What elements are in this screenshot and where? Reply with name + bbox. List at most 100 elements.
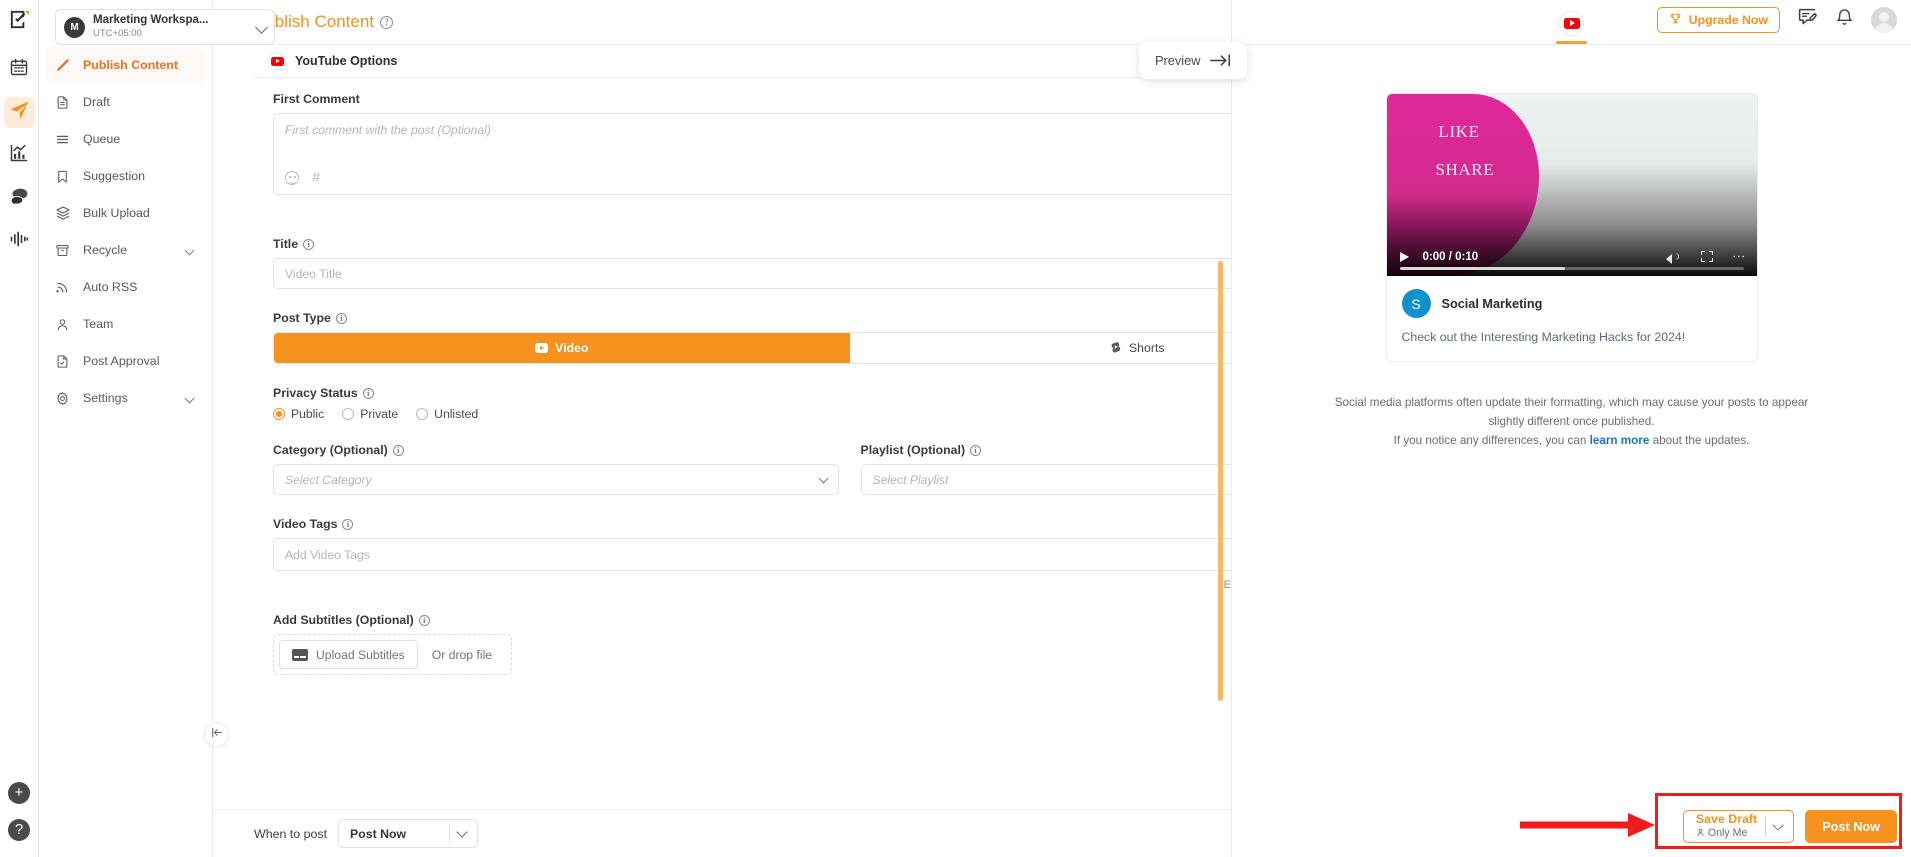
info-icon[interactable]: i	[303, 238, 315, 250]
active-tab-underline	[1556, 40, 1587, 44]
privacy-radio-label: Private	[360, 407, 399, 421]
pencil-icon	[55, 57, 74, 74]
rail-item-publish[interactable]	[3, 97, 35, 128]
drop-file-label: Or drop file	[431, 647, 493, 662]
closed-caption-icon	[292, 648, 308, 661]
subtitles-dropzone[interactable]: Upload Subtitles Or drop file	[273, 634, 513, 675]
post-type-option-shorts[interactable]: Shorts	[849, 333, 1231, 363]
notification-bell-icon[interactable]	[1835, 8, 1854, 32]
add-button[interactable]: +	[8, 782, 30, 804]
info-icon[interactable]: i	[362, 387, 374, 399]
info-icon[interactable]: i	[342, 518, 354, 530]
sidebar-item-label: Bulk Upload	[83, 206, 150, 220]
privacy-radio-unlisted[interactable]: Unlisted	[416, 407, 478, 421]
playlist-select[interactable]: Select Playlist	[860, 464, 1231, 495]
emoji-smiley-icon[interactable]	[285, 171, 299, 185]
preview-account: S Social Marketing	[1401, 289, 1742, 318]
when-to-post-select[interactable]: Post Now	[338, 819, 479, 848]
volume-icon[interactable]	[1665, 251, 1679, 264]
form-scrollbar-track[interactable]	[1218, 51, 1223, 803]
rail-item-analytics[interactable]	[4, 140, 35, 171]
preview-toggle-label: Preview	[1155, 53, 1201, 68]
sidebar-item-post-approval[interactable]: Post Approval	[46, 343, 205, 379]
sidebar: M Marketing Workspa... UTC+05:00 Publish…	[39, 0, 275, 857]
sidebar-item-publish-content[interactable]: Publish Content	[46, 47, 205, 83]
sidebar-item-team[interactable]: Team	[46, 306, 205, 342]
info-icon[interactable]: i	[335, 312, 347, 324]
document-icon	[55, 94, 74, 111]
upgrade-now-button[interactable]: Upgrade Now	[1656, 7, 1780, 33]
rail-item-inbox[interactable]	[4, 183, 35, 214]
avatar: S	[1401, 289, 1431, 318]
learn-more-link[interactable]: learn more	[1590, 434, 1650, 447]
hashtag-icon[interactable]: #	[312, 170, 320, 185]
info-icon[interactable]: i	[970, 444, 982, 456]
workspace-selector[interactable]: M Marketing Workspa... UTC+05:00	[55, 9, 275, 45]
chevron-down-icon	[184, 393, 195, 403]
category-select[interactable]: Select Category	[273, 464, 839, 495]
arrow-right-to-line-icon	[1209, 54, 1231, 67]
sidebar-item-auto-rss[interactable]: Auto RSS	[46, 269, 205, 305]
collapse-panel-button[interactable]	[204, 722, 229, 747]
title-input[interactable]: Video Title 0 / 100	[273, 258, 1231, 289]
workspace-name: Marketing Workspa...	[93, 14, 209, 27]
kebab-more-icon[interactable]: ⋮	[1732, 250, 1747, 263]
youtube-options-header[interactable]: YouTube Options	[254, 45, 1231, 78]
privacy-status-radios: Public Private Unlisted	[273, 407, 1231, 421]
video-tags-footer: Enter a comma after each tag 0 / 500	[273, 579, 1231, 591]
when-to-post-label: When to post	[254, 826, 328, 841]
preview-video[interactable]: LIKE SHARE 0:00 / 0:10 ⋮	[1386, 94, 1757, 276]
app-logo-icon[interactable]	[8, 8, 31, 36]
youtube-icon	[268, 52, 286, 70]
post-type-option-video[interactable]: Video	[274, 333, 850, 363]
preview-meta: S Social Marketing Check out the Interes…	[1387, 276, 1757, 361]
post-now-button[interactable]: Post Now	[1805, 810, 1897, 843]
subtitles-label: Add Subtitles (Optional) i	[273, 613, 1231, 627]
preview-caption: Check out the Interesting Marketing Hack…	[1401, 330, 1686, 344]
bookmark-icon	[55, 168, 74, 185]
video-tags-input[interactable]: Add Video Tags	[273, 538, 1231, 571]
rail-item-calendar[interactable]	[4, 54, 35, 85]
form-scroll-area[interactable]: YouTube Options First Comment First comm…	[213, 45, 1231, 809]
form-scrollbar-thumb[interactable]	[1218, 261, 1223, 701]
sidebar-item-queue[interactable]: Queue	[46, 121, 205, 157]
sidebar-item-draft[interactable]: Draft	[46, 84, 205, 120]
first-comment-input[interactable]: First comment with the post (Optional) #	[273, 113, 1231, 195]
video-progress-bar[interactable]	[1399, 267, 1744, 270]
preview-tab-youtube[interactable]	[1556, 10, 1587, 44]
sidebar-item-suggestion[interactable]: Suggestion	[46, 158, 205, 194]
sidebar-item-recycle[interactable]: Recycle	[46, 232, 205, 268]
chevron-down-icon[interactable]	[1772, 819, 1784, 831]
archive-box-icon	[55, 242, 74, 259]
divider	[1765, 816, 1767, 837]
avatar[interactable]	[1871, 7, 1897, 33]
playlist-group: Playlist (Optional) i Select Playlist	[860, 443, 1231, 495]
rail-item-listening[interactable]	[4, 226, 35, 257]
compose-note-icon[interactable]	[1797, 7, 1818, 33]
help-button[interactable]: ?	[8, 819, 30, 841]
when-to-post-bar: When to post Post Now	[213, 809, 1231, 857]
fullscreen-icon[interactable]	[1700, 251, 1713, 262]
chevron-down-icon	[818, 473, 828, 483]
play-icon[interactable]	[1399, 251, 1409, 262]
sidebar-item-label: Post Approval	[83, 354, 160, 368]
workspace-avatar: M	[64, 16, 85, 38]
sidebar-item-label: Queue	[83, 132, 121, 146]
upload-subtitles-button[interactable]: Upload Subtitles	[279, 640, 418, 669]
privacy-radio-private[interactable]: Private	[342, 407, 398, 421]
title-group: Title i Video Title 0 / 100	[273, 237, 1231, 289]
sidebar-item-bulk-upload[interactable]: Bulk Upload	[46, 195, 205, 231]
rail-bottom-actions: + ?	[8, 782, 30, 841]
paper-plane-icon	[9, 100, 30, 126]
save-draft-button[interactable]: Save Draft Only Me	[1682, 810, 1795, 843]
privacy-radio-public[interactable]: Public	[273, 407, 324, 421]
content-header: Publish Content ?	[213, 0, 1231, 45]
preview-toggle-button[interactable]: Preview	[1139, 42, 1247, 79]
info-icon[interactable]: i	[418, 614, 430, 626]
sidebar-item-settings[interactable]: Settings	[46, 380, 205, 416]
info-icon[interactable]: i	[392, 444, 404, 456]
question-mark-icon[interactable]: ?	[380, 15, 394, 29]
subtitles-label-text: Add Subtitles (Optional)	[273, 613, 414, 627]
sidebar-item-label: Team	[83, 317, 114, 331]
youtube-options-form: First Comment First comment with the pos…	[254, 78, 1231, 675]
